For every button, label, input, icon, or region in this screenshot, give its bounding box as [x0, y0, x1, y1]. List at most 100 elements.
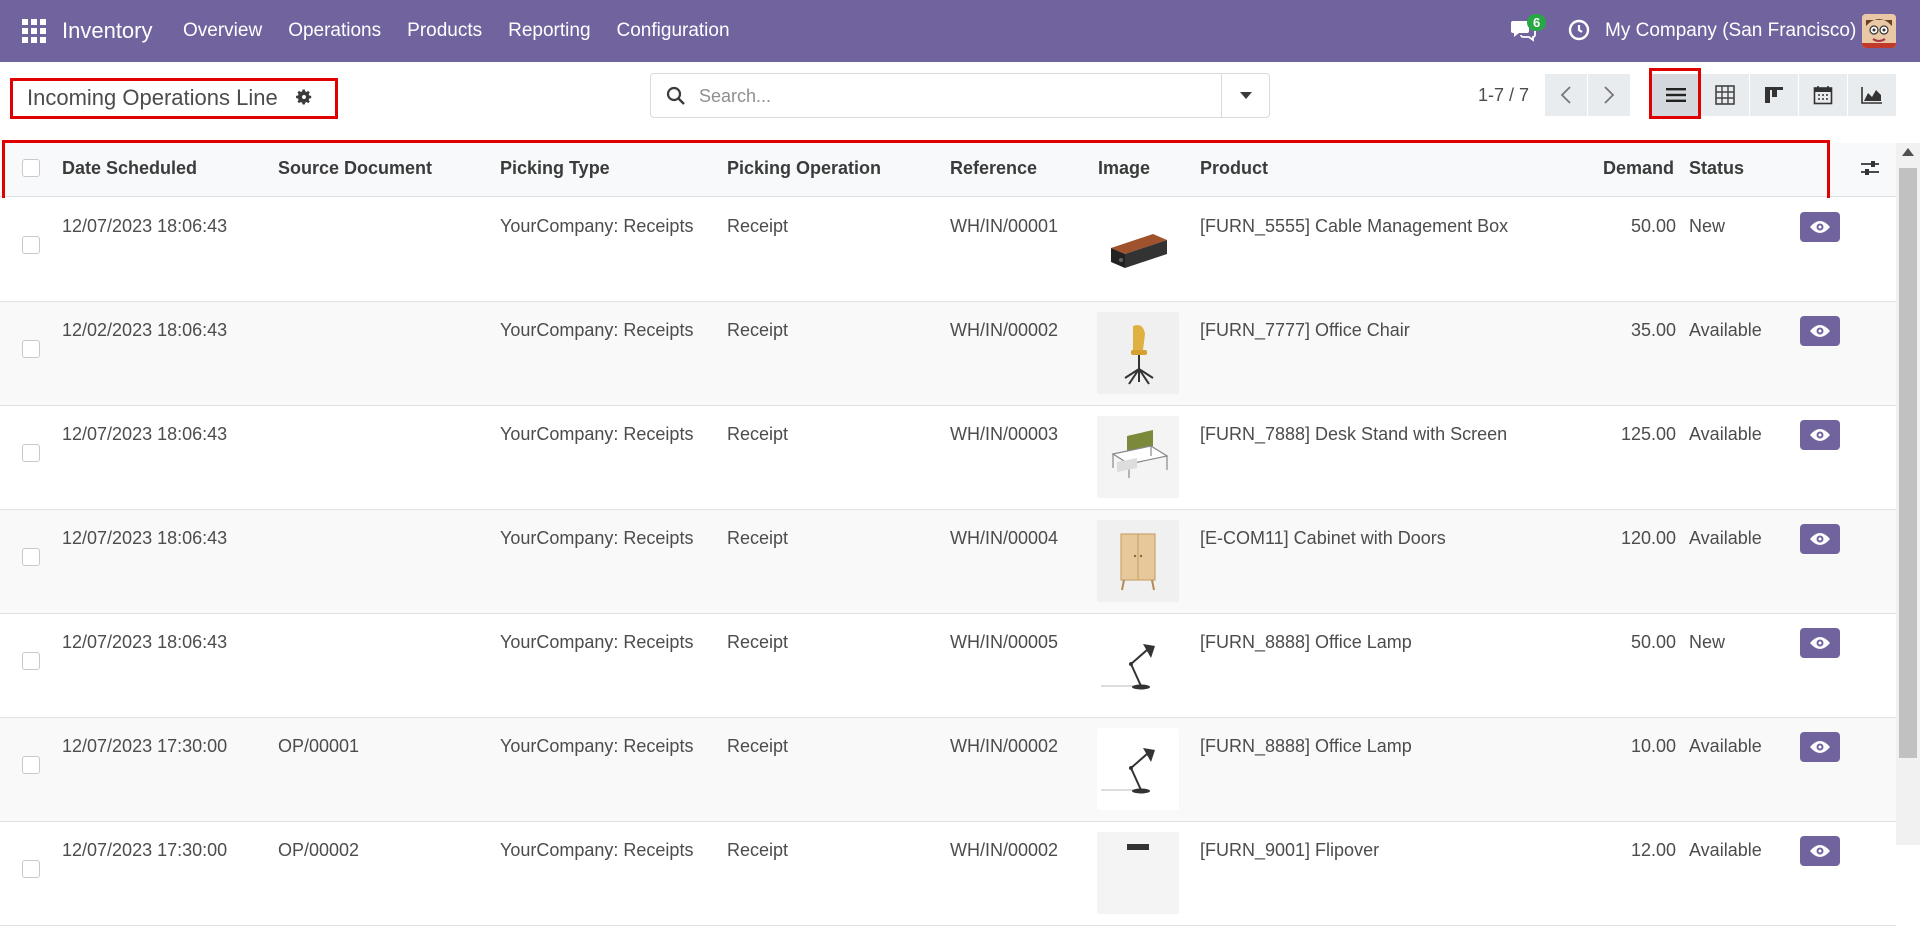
table-row[interactable]: 12/07/2023 18:06:43 YourCompany: Receipts…: [0, 614, 1896, 718]
cell-picking-operation: Receipt: [727, 840, 789, 860]
product-image: [1097, 832, 1179, 914]
cell-picking-operation: Receipt: [727, 528, 789, 548]
menu-products[interactable]: Products: [407, 20, 482, 42]
eye-icon: [1810, 221, 1830, 233]
pager-previous-button[interactable]: [1545, 74, 1587, 116]
cell-status: New: [1689, 632, 1726, 652]
pivot-view-button[interactable]: [1701, 74, 1749, 116]
eye-icon: [1810, 533, 1830, 545]
cell-demand: 10.00: [1630, 736, 1676, 756]
table-row[interactable]: 12/02/2023 18:06:43 YourCompany: Receipts…: [0, 302, 1896, 406]
chevron-right-icon: [1604, 86, 1615, 104]
menu-reporting[interactable]: Reporting: [508, 20, 590, 42]
kanban-icon: [1765, 87, 1783, 103]
calendar-view-button[interactable]: [1799, 74, 1847, 116]
cell-product: [FURN_8888] Office Lamp: [1200, 632, 1412, 652]
cell-status: Available: [1689, 840, 1762, 860]
row-checkbox[interactable]: [22, 860, 40, 878]
cell-date-scheduled: 12/02/2023 18:06:43: [62, 320, 228, 340]
cell-date-scheduled: 12/07/2023 18:06:43: [62, 632, 228, 652]
page-title: Incoming Operations Line: [27, 85, 278, 110]
table-row[interactable]: 12/07/2023 18:06:43 YourCompany: Receipts…: [0, 198, 1896, 302]
view-details-button[interactable]: [1800, 420, 1840, 450]
table-row[interactable]: 12/07/2023 18:06:43 YourCompany: Receipts…: [0, 406, 1896, 510]
cell-product: [FURN_8888] Office Lamp: [1200, 736, 1412, 756]
row-checkbox[interactable]: [22, 340, 40, 358]
product-image: [1097, 208, 1179, 290]
cell-status: Available: [1689, 320, 1762, 340]
cell-status: Available: [1689, 424, 1762, 444]
chevron-left-icon: [1560, 86, 1571, 104]
table-row[interactable]: 12/07/2023 17:30:00 OP/00002 YourCompany: …: [0, 822, 1896, 926]
apps-menu-icon[interactable]: [22, 19, 46, 43]
view-details-button[interactable]: [1800, 212, 1840, 242]
cell-product: [E-COM11] Cabinet with Doors: [1200, 528, 1446, 548]
cell-product: [FURN_5555] Cable Management Box: [1200, 216, 1509, 236]
list-view-highlight: [1649, 68, 1701, 119]
main-menu: Overview Operations Products Reporting C…: [183, 20, 730, 42]
cell-picking-type: YourCompany: Receipts: [500, 632, 694, 652]
eye-icon: [1810, 429, 1830, 441]
gear-icon[interactable]: [295, 88, 313, 106]
search-bar: [650, 73, 1270, 118]
cell-demand: 120.00: [1620, 528, 1676, 548]
menu-configuration[interactable]: Configuration: [617, 20, 730, 42]
cell-demand: 50.00: [1630, 216, 1676, 236]
calendar-icon: [1813, 86, 1833, 105]
cell-picking-type: YourCompany: Receipts: [500, 320, 694, 340]
table-row[interactable]: 12/07/2023 18:06:43 YourCompany: Receipts…: [0, 510, 1896, 614]
row-checkbox[interactable]: [22, 236, 40, 254]
cell-reference: WH/IN/00005: [950, 632, 1059, 652]
cell-date-scheduled: 12/07/2023 18:06:43: [62, 528, 228, 548]
cell-date-scheduled: 12/07/2023 18:06:43: [62, 216, 228, 236]
cell-picking-type: YourCompany: Receipts: [500, 216, 694, 236]
cell-reference: WH/IN/00002: [950, 736, 1059, 756]
cell-status: New: [1689, 216, 1726, 236]
cell-product: [FURN_9001] Flipover: [1200, 840, 1380, 860]
product-image: [1097, 624, 1179, 706]
app-name[interactable]: Inventory: [62, 18, 153, 44]
cell-status: Available: [1689, 528, 1762, 548]
scrollbar-thumb[interactable]: [1899, 168, 1917, 758]
search-input[interactable]: [699, 82, 1199, 110]
scroll-up-arrow-icon[interactable]: [1902, 148, 1914, 156]
optional-columns-icon[interactable]: [1859, 157, 1881, 179]
activity-clock-icon[interactable]: [1568, 19, 1590, 41]
view-details-button[interactable]: [1800, 316, 1840, 346]
row-checkbox[interactable]: [22, 756, 40, 774]
pager-next-button[interactable]: [1588, 74, 1630, 116]
top-navbar: Inventory Overview Operations Products R…: [0, 0, 1920, 62]
cell-picking-type: YourCompany: Receipts: [500, 424, 694, 444]
table-header-highlight: [2, 140, 1830, 207]
chat-count-badge: 6: [1527, 14, 1547, 31]
menu-operations[interactable]: Operations: [288, 20, 381, 42]
cell-reference: WH/IN/00002: [950, 840, 1059, 860]
cell-date-scheduled: 12/07/2023 17:30:00: [62, 840, 228, 860]
view-details-button[interactable]: [1800, 732, 1840, 762]
product-image: [1097, 728, 1179, 810]
row-checkbox[interactable]: [22, 652, 40, 670]
view-details-button[interactable]: [1800, 524, 1840, 554]
row-checkbox[interactable]: [22, 548, 40, 566]
user-avatar[interactable]: [1862, 14, 1896, 48]
cell-reference: WH/IN/00003: [950, 424, 1059, 444]
pager-value[interactable]: 1-7 / 7: [1478, 85, 1529, 106]
view-details-button[interactable]: [1800, 628, 1840, 658]
kanban-view-button[interactable]: [1750, 74, 1798, 116]
search-options-toggle[interactable]: [1221, 74, 1270, 117]
table-row[interactable]: 12/07/2023 17:30:00 OP/00001 YourCompany: …: [0, 718, 1896, 822]
pivot-icon: [1715, 85, 1735, 105]
menu-overview[interactable]: Overview: [183, 20, 262, 42]
cell-picking-operation: Receipt: [727, 216, 789, 236]
graph-view-button[interactable]: [1848, 74, 1896, 116]
product-image: [1097, 312, 1179, 394]
company-switcher[interactable]: My Company (San Francisco): [1605, 20, 1856, 42]
cell-reference: WH/IN/00001: [950, 216, 1059, 236]
search-icon: [666, 86, 685, 105]
view-details-button[interactable]: [1800, 836, 1840, 866]
product-image: [1097, 520, 1179, 602]
eye-icon: [1810, 637, 1830, 649]
row-checkbox[interactable]: [22, 444, 40, 462]
cell-picking-type: YourCompany: Receipts: [500, 736, 694, 756]
eye-icon: [1810, 741, 1830, 753]
